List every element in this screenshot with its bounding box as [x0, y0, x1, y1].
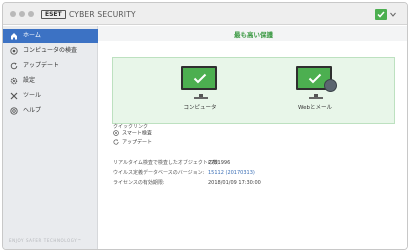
scan-icon: [113, 130, 119, 136]
computer-protection-icon[interactable]: [181, 66, 217, 90]
sidebar-item-computer-scan[interactable]: コンピュータの検査: [3, 44, 98, 58]
eset-logo: ESET: [41, 10, 66, 19]
minimize-window-button[interactable]: [19, 11, 25, 17]
info-value: 2018/01/09 17:30:00: [208, 180, 261, 186]
sidebar-item-label: アップデート: [23, 62, 60, 69]
protection-status-button[interactable]: [375, 9, 387, 20]
scan-icon: [10, 47, 18, 55]
sidebar-item-label: コンピュータの検査: [23, 47, 78, 54]
monitor-base: [194, 97, 208, 99]
info-row-database-version: ウイルス定義データベースのバージョン: 15112 (20170313): [113, 169, 255, 177]
info-label: ライセンスの有効期限:: [113, 180, 165, 186]
gear-icon: [10, 77, 18, 85]
info-row-scanned-objects: リアルタイム検査で検査したオブジェクトの数: 2701996: [113, 159, 230, 167]
close-window-button[interactable]: [10, 11, 16, 17]
checkmark-icon: [377, 11, 385, 18]
checkmark-icon: [308, 73, 322, 84]
computer-status-label: コンピュータ: [183, 105, 217, 111]
sidebar: ホーム コンピュータの検査 アップデート 設定 ツール ヘルプ ENJOY SA…: [3, 26, 98, 249]
protection-status-panel: コンピュータ Webとメール: [112, 57, 395, 124]
app-window: ESET CYBER SECURITY ホーム コンピュータの検査 アップデート…: [2, 2, 408, 250]
title-bar: ESET CYBER SECURITY: [3, 3, 407, 25]
sidebar-item-label: 設定: [23, 77, 36, 84]
checkmark-icon: [193, 73, 207, 84]
update-icon: [10, 62, 18, 70]
sidebar-tagline: ENJOY SAFER TECHNOLOGY™: [9, 238, 82, 243]
zoom-window-button[interactable]: [28, 11, 34, 17]
quick-links-title: クイックリンク: [113, 124, 149, 130]
sidebar-item-label: ヘルプ: [23, 107, 42, 114]
quick-link-update[interactable]: アップデート: [113, 139, 152, 146]
tools-icon: [10, 92, 18, 100]
monitor-base: [309, 97, 323, 99]
globe-icon: [324, 79, 337, 92]
sidebar-item-tools[interactable]: ツール: [3, 89, 98, 103]
database-version-link[interactable]: 15112 (20170313): [208, 169, 255, 177]
web-email-status-label: Webとメール: [298, 105, 332, 111]
quick-link-label: アップデート: [122, 139, 153, 146]
sidebar-item-home[interactable]: ホーム: [3, 29, 98, 43]
quick-link-smart-scan[interactable]: スマート検査: [113, 130, 152, 137]
main-panel: 最も高い保護 コンピュータ Webとメール クイックリンク スマート検査 アップ…: [98, 26, 407, 249]
sidebar-item-settings[interactable]: 設定: [3, 74, 98, 88]
info-row-license-expiry: ライセンスの有効期限: 2018/01/09 17:30:00: [113, 179, 261, 187]
chevron-down-icon[interactable]: [390, 12, 396, 17]
info-label: リアルタイム検査で検査したオブジェクトの数:: [113, 160, 220, 166]
sidebar-item-label: ホーム: [23, 32, 41, 39]
sidebar-item-label: ツール: [23, 92, 42, 99]
quick-link-label: スマート検査: [122, 130, 152, 137]
page-title: 最も高い保護: [234, 31, 273, 39]
info-value: 2701996: [208, 160, 231, 166]
heading-bar: 最も高い保護: [98, 26, 407, 41]
info-label: ウイルス定義データベースのバージョン:: [113, 170, 205, 176]
sidebar-item-help[interactable]: ヘルプ: [3, 104, 98, 118]
app-title: CYBER SECURITY: [69, 10, 136, 19]
home-icon: [11, 33, 17, 40]
update-icon: [113, 139, 119, 145]
help-icon: [10, 107, 18, 115]
sidebar-item-update[interactable]: アップデート: [3, 59, 98, 73]
